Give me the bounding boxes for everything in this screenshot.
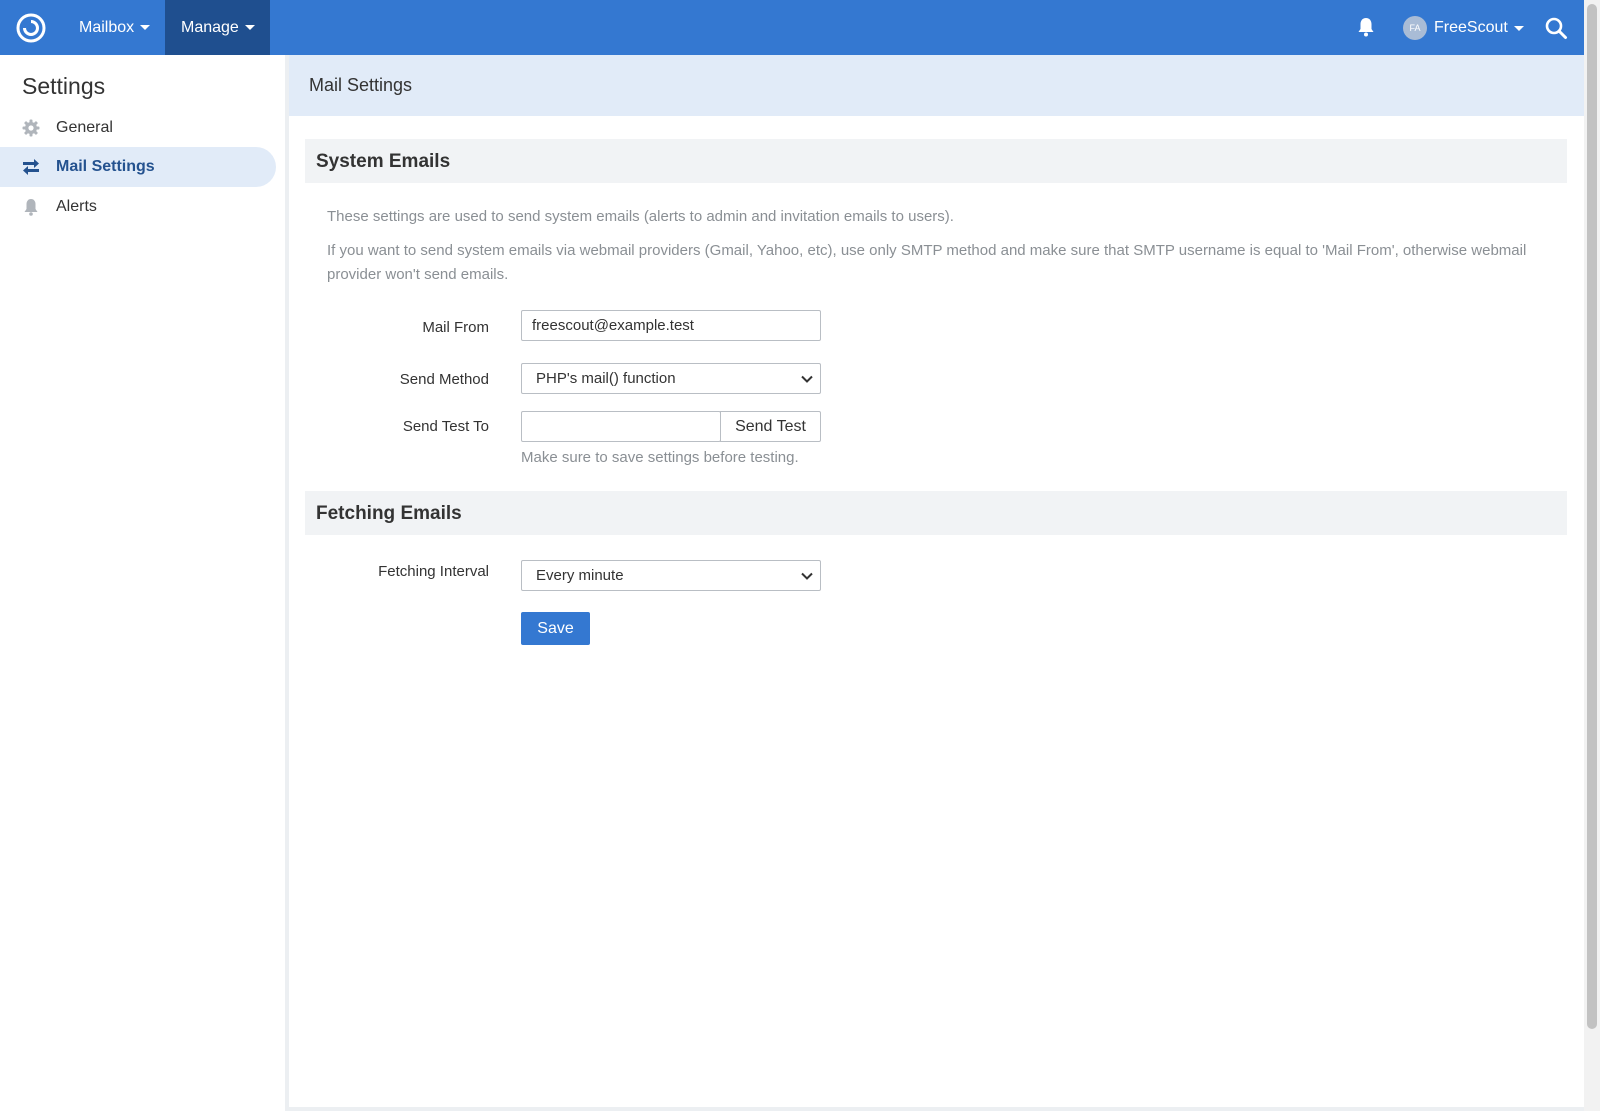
main-content: Mail Settings System Emails These settin…	[289, 55, 1584, 1111]
caret-down-icon	[1514, 26, 1524, 31]
section-header-system-emails: System Emails	[305, 139, 1567, 183]
mail-from-label: Mail From	[422, 319, 489, 336]
fetching-interval-label: Fetching Interval	[378, 563, 489, 580]
sidebar-item-alerts[interactable]: Alerts	[0, 187, 276, 227]
nav-manage-dropdown[interactable]: Manage	[165, 0, 270, 55]
gear-icon	[22, 119, 40, 137]
freescout-logo-icon[interactable]	[15, 12, 47, 44]
sidebar-item-mail-settings[interactable]: Mail Settings	[0, 147, 276, 187]
caret-down-icon	[244, 25, 255, 31]
bell-icon	[24, 199, 38, 216]
sidebar-item-label: General	[56, 119, 113, 136]
sidebar-title: Settings	[22, 73, 106, 99]
nav-mailbox-label: Mailbox	[79, 19, 135, 36]
search-icon[interactable]	[1544, 16, 1568, 40]
exchange-icon	[23, 159, 39, 175]
main-bottom-border	[289, 1107, 1584, 1111]
send-method-value: PHP's mail() function	[536, 370, 676, 387]
nav-manage-label: Manage	[181, 19, 239, 36]
sidebar-item-label: Mail Settings	[56, 158, 155, 175]
sidebar-item-label: Alerts	[56, 198, 97, 215]
page-scrollbar-thumb[interactable]	[1587, 4, 1597, 1029]
section-title: Fetching Emails	[316, 503, 462, 524]
page-title: Mail Settings	[309, 75, 413, 95]
top-navbar: Mailbox Manage FA FreeScout	[0, 0, 1584, 55]
section-title: System Emails	[316, 151, 451, 172]
notifications-bell-icon[interactable]	[1355, 16, 1377, 38]
section-header-fetching-emails: Fetching Emails	[305, 491, 1567, 535]
send-test-button[interactable]: Send Test	[720, 411, 821, 442]
send-method-select[interactable]: PHP's mail() function	[521, 363, 821, 394]
save-button[interactable]: Save	[521, 612, 590, 645]
send-method-label: Send Method	[399, 371, 489, 388]
fetching-interval-value: Every minute	[536, 567, 624, 584]
send-test-help-text: Make sure to save settings before testin…	[521, 449, 799, 466]
send-test-label: Send Test To	[402, 418, 489, 435]
nav-mailbox-dropdown[interactable]: Mailbox	[79, 0, 151, 55]
webmail-note: If you want to send system emails via we…	[327, 242, 1527, 283]
avatar: FA	[1403, 16, 1427, 40]
mail-from-input[interactable]	[521, 310, 821, 341]
system-emails-description: These settings are used to send system e…	[327, 208, 954, 225]
chevron-down-icon	[801, 572, 813, 580]
settings-sidebar: Settings General Mail Settings Alerts	[0, 55, 285, 1111]
caret-down-icon	[140, 25, 151, 31]
send-test-email-input[interactable]	[521, 411, 721, 442]
chevron-down-icon	[801, 375, 813, 383]
user-name: FreeScout	[1434, 19, 1508, 36]
sidebar-item-general[interactable]: General	[0, 108, 276, 148]
fetching-interval-select[interactable]: Every minute	[521, 560, 821, 591]
page-header: Mail Settings	[289, 55, 1584, 116]
